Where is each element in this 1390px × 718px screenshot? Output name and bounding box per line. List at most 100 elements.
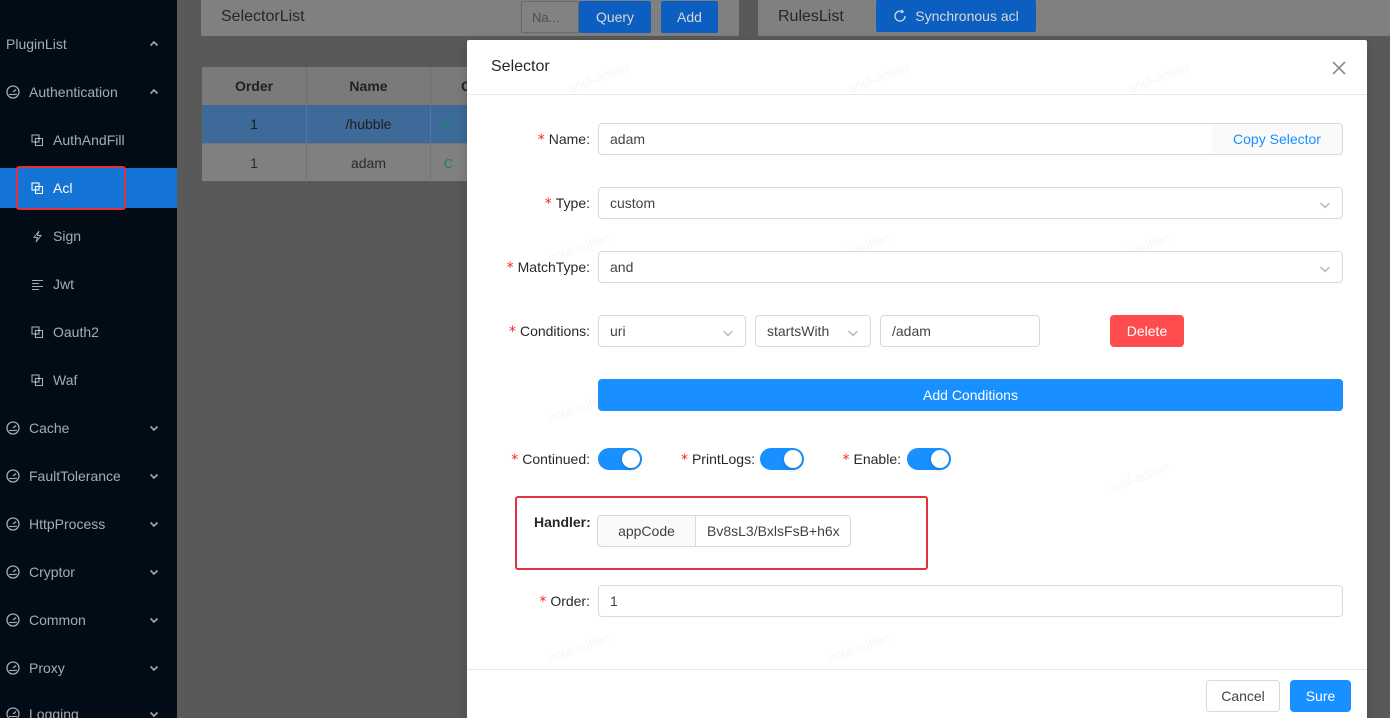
handler-key-addon: appCode (597, 515, 696, 547)
condition-operator-value: startsWith (767, 323, 830, 339)
status-dot: C (430, 105, 472, 143)
cancel-button[interactable]: Cancel (1206, 680, 1280, 712)
dashboard-icon (6, 565, 20, 579)
watermark: soul-admin (546, 630, 611, 666)
continued-switch[interactable] (598, 448, 642, 470)
chevron-down-icon (149, 423, 159, 433)
order-label: * Order: (539, 593, 590, 610)
sidebar-item-oauth2[interactable]: Oauth2 (0, 312, 177, 352)
matchtype-label: * MatchType: (506, 259, 590, 276)
add-conditions-button[interactable]: Add Conditions (598, 379, 1343, 411)
sidebar-item-label: AuthAndFill (53, 132, 125, 148)
handler-value-input[interactable]: Bv8sL3/BxlsFsB+h6x (695, 515, 851, 547)
sidebar-group-authentication[interactable]: Authentication (0, 72, 177, 112)
pluginlist-header[interactable]: PluginList (0, 24, 177, 64)
sidebar-group-label: Logging (29, 706, 79, 718)
status-dot: C (430, 144, 472, 182)
sidebar-group-faulttolerance[interactable]: FaultTolerance (0, 456, 177, 496)
chevron-down-icon (1319, 198, 1331, 210)
watermark: soul-admin (826, 630, 891, 666)
sync-icon (893, 9, 907, 23)
selector-search-input[interactable]: Na... (521, 1, 579, 33)
chevron-up-icon (149, 39, 159, 49)
sidebar-group-label: Common (29, 612, 86, 628)
sure-button[interactable]: Sure (1290, 680, 1351, 712)
query-button[interactable]: Query (579, 1, 651, 33)
sidebar-item-authandfill[interactable]: AuthAndFill (0, 120, 177, 160)
dashboard-icon (6, 613, 20, 627)
condition-operator-select[interactable]: startsWith (755, 315, 871, 347)
table-row[interactable]: 1 adam C (202, 143, 472, 182)
chevron-down-icon (149, 663, 159, 673)
selector-list-title: SelectorList (221, 8, 305, 25)
copy-selector-button[interactable]: Copy Selector (1212, 123, 1343, 155)
sidebar-item-jwt[interactable]: Jwt (0, 264, 177, 304)
chevron-down-icon (149, 615, 159, 625)
name-label: * Name: (537, 131, 590, 148)
table-row[interactable]: 1 /hubble C (202, 105, 472, 143)
chevron-down-icon (847, 326, 859, 338)
matchtype-select[interactable]: and (598, 251, 1343, 283)
dashboard-icon (6, 85, 20, 99)
add-button[interactable]: Add (661, 1, 718, 33)
sidebar-item-label: Waf (53, 372, 78, 388)
delete-condition-button[interactable]: Delete (1110, 315, 1184, 347)
order-input[interactable]: 1 (598, 585, 1343, 617)
sidebar-item-label: Acl (53, 180, 73, 196)
sidebar-item-waf[interactable]: Waf (0, 360, 177, 400)
rules-list-card: RulesList Synchronous acl (758, 0, 1390, 36)
dashboard-icon (6, 469, 20, 483)
rules-list-title: RulesList (778, 8, 844, 25)
modal-header: Selector (467, 40, 1367, 95)
modal-title: Selector (491, 58, 550, 75)
condition-value-input[interactable]: /adam (880, 315, 1040, 347)
sidebar-group-label: Cryptor (29, 564, 75, 580)
selector-list-card: SelectorList Na... Query Add (201, 0, 739, 36)
chevron-up-icon (149, 87, 159, 97)
copy-icon (30, 373, 44, 387)
column-header-open: O (430, 67, 472, 105)
dashboard-icon (6, 517, 20, 531)
chevron-down-icon (149, 519, 159, 529)
switch-knob (784, 450, 802, 468)
chevron-down-icon (149, 709, 159, 718)
name-input[interactable]: adam (598, 123, 1213, 155)
sidebar-item-acl[interactable]: Acl (0, 168, 177, 208)
sidebar-item-label: Sign (53, 228, 82, 244)
condition-param-select[interactable]: uri (598, 315, 746, 347)
enable-switch[interactable] (907, 448, 951, 470)
condition-param-value: uri (610, 323, 626, 339)
sidebar-item-sign[interactable]: Sign (0, 216, 177, 256)
sidebar-group-logging[interactable]: Logging (0, 694, 177, 718)
handler-label: Handler: (534, 514, 591, 530)
watermark: soul-admin (1106, 460, 1171, 496)
printlogs-switch[interactable] (760, 448, 804, 470)
switch-knob (931, 450, 949, 468)
sidebar-item-label: Oauth2 (53, 324, 99, 340)
selector-modal: soul-admin soul-admin soul-admin soul-ad… (467, 40, 1367, 718)
conditions-label: * Conditions: (508, 323, 590, 340)
sidebar-group-label: HttpProcess (29, 516, 106, 532)
sidebar-group-httpprocess[interactable]: HttpProcess (0, 504, 177, 544)
copy-icon (30, 133, 44, 147)
column-header-order: Order (202, 67, 306, 105)
chevron-down-icon (1319, 262, 1331, 274)
synchronous-label: Synchronous acl (915, 8, 1019, 24)
sidebar-group-cache[interactable]: Cache (0, 408, 177, 448)
type-select[interactable]: custom (598, 187, 1343, 219)
dashboard-icon (6, 661, 20, 675)
column-header-name: Name (306, 67, 430, 105)
close-icon[interactable] (1329, 58, 1349, 78)
chevron-down-icon (149, 471, 159, 481)
sidebar-group-common[interactable]: Common (0, 600, 177, 640)
synchronous-button[interactable]: Synchronous acl (876, 0, 1036, 32)
sidebar-group-cryptor[interactable]: Cryptor (0, 552, 177, 592)
table-cell-name: adam (306, 144, 430, 182)
sidebar-item-label: Jwt (53, 276, 74, 292)
sidebar-group-label: FaultTolerance (29, 468, 121, 484)
table-cell-order: 1 (250, 155, 258, 171)
enable-label: * Enable: (842, 451, 901, 468)
matchtype-select-value: and (610, 259, 634, 275)
sidebar-group-proxy[interactable]: Proxy (0, 648, 177, 688)
copy-icon (30, 181, 44, 195)
